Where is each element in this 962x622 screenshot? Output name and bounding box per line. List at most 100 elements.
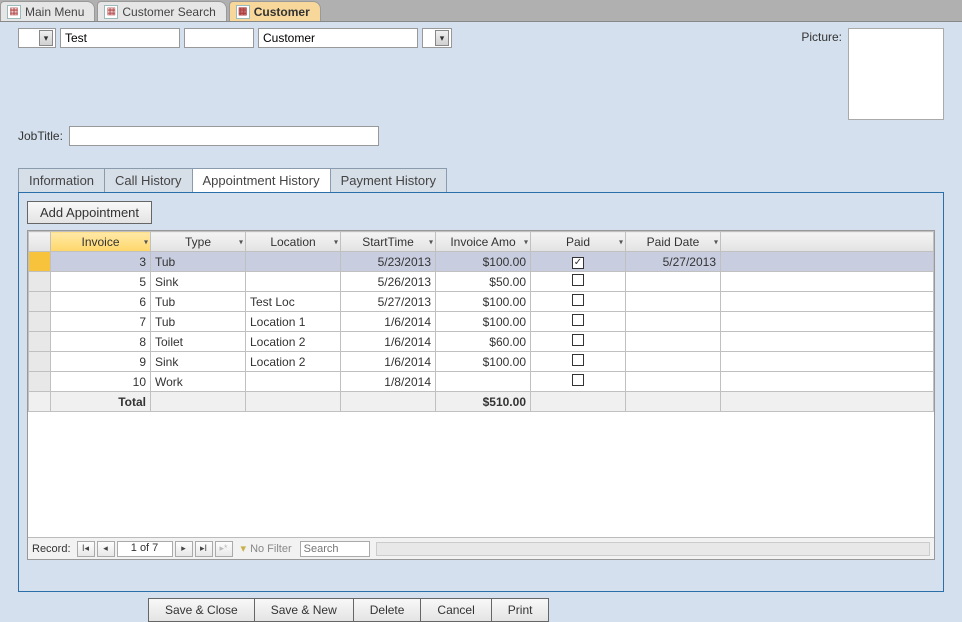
- cell-invoice[interactable]: 9: [51, 352, 151, 372]
- table-row[interactable]: 10Work 1/8/2014: [29, 372, 934, 392]
- cell-amount[interactable]: [436, 372, 531, 392]
- tab-payment-history[interactable]: Payment History: [330, 168, 447, 192]
- cell-paid[interactable]: [531, 312, 626, 332]
- cell-invoice[interactable]: 7: [51, 312, 151, 332]
- print-button[interactable]: Print: [491, 598, 550, 622]
- tab-customer[interactable]: Customer: [229, 1, 321, 21]
- cell-type[interactable]: Tub: [151, 292, 246, 312]
- checkbox-icon[interactable]: [572, 354, 584, 366]
- cell-type[interactable]: Tub: [151, 312, 246, 332]
- tab-appointment-history[interactable]: Appointment History: [192, 168, 331, 192]
- add-appointment-button[interactable]: Add Appointment: [27, 201, 152, 224]
- cell-location[interactable]: [246, 272, 341, 292]
- col-location[interactable]: Location▾: [246, 232, 341, 252]
- cell-starttime[interactable]: 1/8/2014: [341, 372, 436, 392]
- tab-main-menu[interactable]: Main Menu: [0, 1, 95, 21]
- record-position[interactable]: 1 of 7: [117, 541, 173, 557]
- row-selector[interactable]: [29, 272, 51, 292]
- picture-box[interactable]: [848, 28, 944, 120]
- cell-paid-date[interactable]: [626, 312, 721, 332]
- cell-paid[interactable]: [531, 332, 626, 352]
- cell-starttime[interactable]: 1/6/2014: [341, 332, 436, 352]
- cell-starttime[interactable]: 5/27/2013: [341, 292, 436, 312]
- cell-paid-date[interactable]: [626, 372, 721, 392]
- horizontal-scrollbar[interactable]: [376, 542, 930, 556]
- table-row[interactable]: 3Tub 5/23/2013$100.00 ✓ 5/27/2013: [29, 252, 934, 272]
- cell-type[interactable]: Sink: [151, 272, 246, 292]
- checkbox-icon[interactable]: [572, 294, 584, 306]
- tab-information[interactable]: Information: [18, 168, 105, 192]
- cell-invoice[interactable]: 5: [51, 272, 151, 292]
- cell-paid-date[interactable]: 5/27/2013: [626, 252, 721, 272]
- cell-amount[interactable]: $100.00: [436, 252, 531, 272]
- row-selector[interactable]: [29, 252, 51, 272]
- table-row[interactable]: 6TubTest Loc5/27/2013$100.00: [29, 292, 934, 312]
- table-row[interactable]: 8ToiletLocation 21/6/2014$60.00: [29, 332, 934, 352]
- cell-type[interactable]: Sink: [151, 352, 246, 372]
- cell-amount[interactable]: $100.00: [436, 292, 531, 312]
- cell-location[interactable]: [246, 372, 341, 392]
- col-paid[interactable]: Paid▾: [531, 232, 626, 252]
- save-new-button[interactable]: Save & New: [254, 598, 354, 622]
- cell-invoice[interactable]: 3: [51, 252, 151, 272]
- cell-paid[interactable]: ✓: [531, 252, 626, 272]
- row-selector[interactable]: [29, 292, 51, 312]
- cell-paid-date[interactable]: [626, 272, 721, 292]
- table-row[interactable]: 5Sink 5/26/2013$50.00: [29, 272, 934, 292]
- cell-paid-date[interactable]: [626, 292, 721, 312]
- col-type[interactable]: Type▾: [151, 232, 246, 252]
- cell-paid[interactable]: [531, 352, 626, 372]
- row-selector-header[interactable]: [29, 232, 51, 252]
- filter-indicator[interactable]: ▾ No Filter: [235, 542, 298, 555]
- nav-last-button[interactable]: ▸I: [195, 541, 213, 557]
- prefix-dropdown[interactable]: [18, 28, 56, 48]
- cell-paid[interactable]: [531, 272, 626, 292]
- cell-location[interactable]: Test Loc: [246, 292, 341, 312]
- cell-paid[interactable]: [531, 292, 626, 312]
- middle-input[interactable]: [184, 28, 254, 48]
- cell-starttime[interactable]: 1/6/2014: [341, 352, 436, 372]
- row-selector[interactable]: [29, 312, 51, 332]
- nav-next-button[interactable]: ▸: [175, 541, 193, 557]
- row-selector[interactable]: [29, 352, 51, 372]
- cell-paid[interactable]: [531, 372, 626, 392]
- table-row[interactable]: 7TubLocation 11/6/2014$100.00: [29, 312, 934, 332]
- nav-prev-button[interactable]: ◂: [97, 541, 115, 557]
- checkbox-icon[interactable]: [572, 274, 584, 286]
- first-name-input[interactable]: [60, 28, 180, 48]
- cell-invoice[interactable]: 8: [51, 332, 151, 352]
- col-invoice[interactable]: Invoice▾: [51, 232, 151, 252]
- cell-type[interactable]: Tub: [151, 252, 246, 272]
- row-selector[interactable]: [29, 332, 51, 352]
- delete-button[interactable]: Delete: [353, 598, 422, 622]
- cell-type[interactable]: Toilet: [151, 332, 246, 352]
- nav-new-button[interactable]: ▸*: [215, 541, 233, 557]
- cell-location[interactable]: [246, 252, 341, 272]
- cell-location[interactable]: Location 1: [246, 312, 341, 332]
- checkbox-icon[interactable]: [572, 374, 584, 386]
- cell-location[interactable]: Location 2: [246, 352, 341, 372]
- cell-amount[interactable]: $100.00: [436, 312, 531, 332]
- grid-search-input[interactable]: [300, 541, 370, 557]
- grid-viewport[interactable]: Invoice▾ Type▾ Location▾ StartTime▾ Invo…: [28, 231, 934, 537]
- last-name-input[interactable]: [258, 28, 418, 48]
- cell-amount[interactable]: $50.00: [436, 272, 531, 292]
- suffix-dropdown[interactable]: [422, 28, 452, 48]
- cell-paid-date[interactable]: [626, 352, 721, 372]
- cell-invoice[interactable]: 6: [51, 292, 151, 312]
- col-invoice-amount[interactable]: Invoice Amo▾: [436, 232, 531, 252]
- cell-starttime[interactable]: 5/23/2013: [341, 252, 436, 272]
- checkbox-icon[interactable]: ✓: [572, 257, 584, 269]
- cell-amount[interactable]: $100.00: [436, 352, 531, 372]
- tab-call-history[interactable]: Call History: [104, 168, 192, 192]
- cell-paid-date[interactable]: [626, 332, 721, 352]
- cell-location[interactable]: Location 2: [246, 332, 341, 352]
- jobtitle-input[interactable]: [69, 126, 379, 146]
- cell-type[interactable]: Work: [151, 372, 246, 392]
- cell-invoice[interactable]: 10: [51, 372, 151, 392]
- col-paid-date[interactable]: Paid Date▾: [626, 232, 721, 252]
- cell-starttime[interactable]: 5/26/2013: [341, 272, 436, 292]
- checkbox-icon[interactable]: [572, 314, 584, 326]
- checkbox-icon[interactable]: [572, 334, 584, 346]
- cell-amount[interactable]: $60.00: [436, 332, 531, 352]
